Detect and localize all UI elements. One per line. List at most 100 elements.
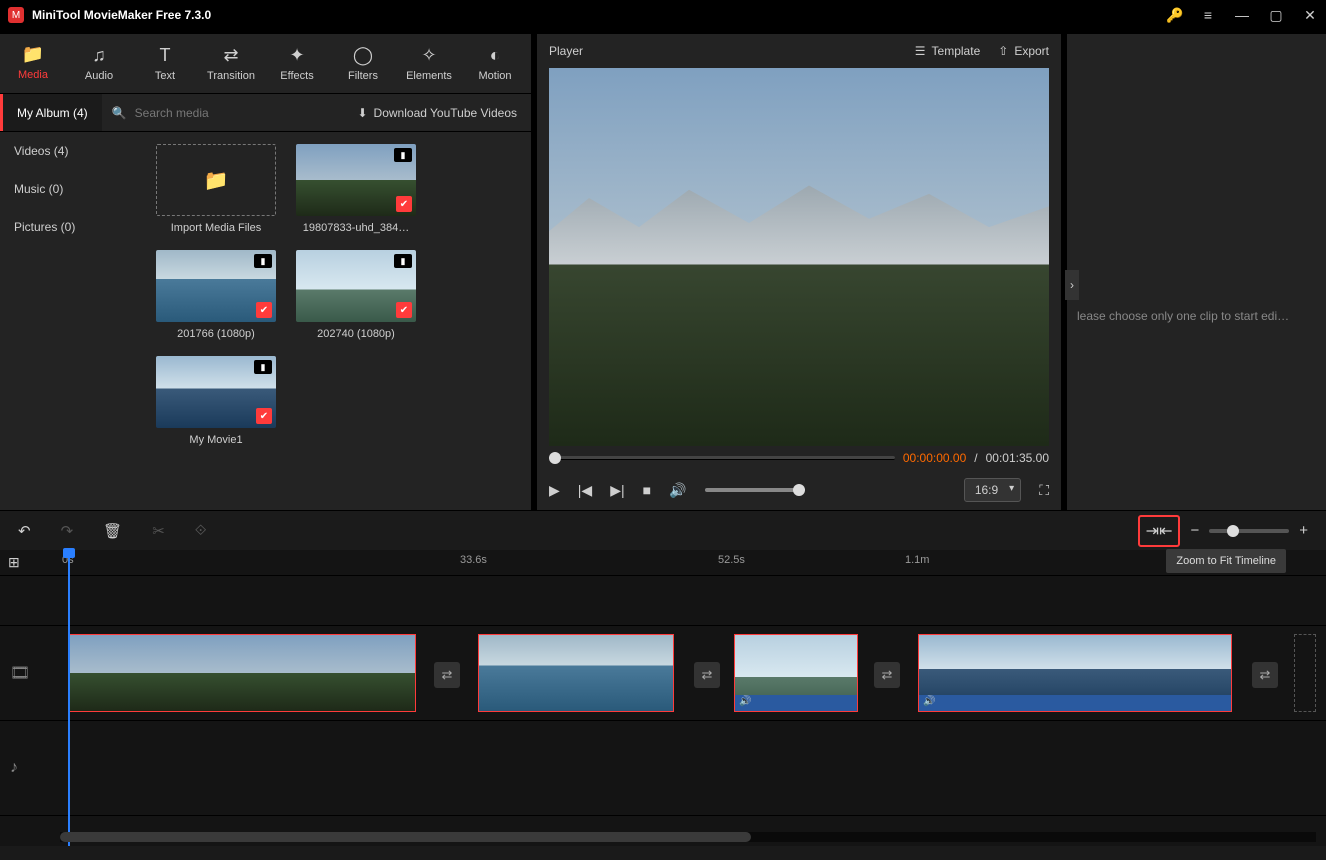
media-item[interactable]: ▮✔19807833-uhd_384… xyxy=(296,144,416,234)
search-icon: 🔍 xyxy=(112,106,127,120)
my-album-tab[interactable]: My Album (4) xyxy=(0,94,102,131)
search-placeholder: Search media xyxy=(135,106,209,120)
tooltip: Zoom to Fit Timeline xyxy=(1166,549,1286,573)
volume-icon[interactable]: 🔊 xyxy=(669,482,686,499)
tab-motion[interactable]: ◐Motion xyxy=(462,34,528,93)
add-track-button[interactable]: ⊞ xyxy=(8,554,20,571)
tab-media[interactable]: 📁Media xyxy=(0,34,66,93)
transition-slot[interactable]: ⇄ xyxy=(874,662,900,688)
export-button[interactable]: ⇧Export xyxy=(998,44,1049,58)
video-track[interactable]: 🎞 🔊🔊⇄⇄⇄⇄ xyxy=(0,626,1326,721)
video-badge-icon: ▮ xyxy=(254,254,272,268)
audio-track[interactable]: ♪ xyxy=(0,721,1326,816)
playhead[interactable] xyxy=(68,550,70,846)
app-title: MiniTool MovieMaker Free 7.3.0 xyxy=(32,8,211,22)
delete-button[interactable]: 🗑 xyxy=(103,522,122,540)
transition-icon: ⇄ xyxy=(223,45,238,66)
download-youtube-button[interactable]: ⬇ Download YouTube Videos xyxy=(343,106,531,120)
zoom-slider[interactable] xyxy=(1209,529,1289,533)
tab-effects[interactable]: ✦Effects xyxy=(264,34,330,93)
timeline-clip[interactable]: 🔊 xyxy=(734,634,858,712)
volume-slider[interactable] xyxy=(705,488,805,492)
zoom-in-button[interactable]: + xyxy=(1299,522,1308,539)
media-item[interactable]: ▮✔202740 (1080p) xyxy=(296,250,416,340)
check-icon: ✔ xyxy=(396,302,412,318)
undo-button[interactable]: ↶ xyxy=(18,522,31,540)
template-button[interactable]: ☰Template xyxy=(915,44,980,58)
media-label: Import Media Files xyxy=(156,222,276,234)
media-item[interactable]: ▮✔201766 (1080p) xyxy=(156,250,276,340)
check-icon: ✔ xyxy=(396,196,412,212)
scrub-bar[interactable] xyxy=(549,456,895,460)
preview-area[interactable] xyxy=(549,68,1049,446)
timeline-scrollbar[interactable] xyxy=(60,832,1316,842)
maximize-button[interactable]: ▢ xyxy=(1268,7,1284,24)
menu-icon[interactable]: ≡ xyxy=(1200,7,1216,23)
tab-text[interactable]: TText xyxy=(132,34,198,93)
timeline-clip[interactable] xyxy=(478,634,674,712)
tab-filters[interactable]: ◯Filters xyxy=(330,34,396,93)
tab-elements[interactable]: ✧Elements xyxy=(396,34,462,93)
clip-audio-icon: 🔊 xyxy=(739,696,751,707)
stop-button[interactable]: ■ xyxy=(643,482,651,498)
media-thumb[interactable]: ▮✔ xyxy=(156,250,276,322)
media-sidenav: Videos (4)Music (0)Pictures (0) xyxy=(0,132,148,510)
check-icon: ✔ xyxy=(256,408,272,424)
effects-icon: ✦ xyxy=(289,45,304,66)
time-total: 00:01:35.00 xyxy=(986,451,1049,465)
album-row: My Album (4) 🔍 Search media ⬇ Download Y… xyxy=(0,94,531,132)
minimize-button[interactable]: — xyxy=(1234,7,1250,23)
import-media-button[interactable]: 📁 xyxy=(156,144,276,216)
expand-button[interactable]: › xyxy=(1065,270,1079,300)
play-button[interactable]: ▶ xyxy=(549,482,560,499)
key-icon[interactable]: 🔑 xyxy=(1166,7,1182,24)
player-panel: Player ☰Template ⇧Export 00:00:00.00 / 0… xyxy=(537,34,1061,510)
fullscreen-button[interactable]: ⛶ xyxy=(1039,482,1049,499)
timeline-clip[interactable] xyxy=(68,634,416,712)
audio-track-icon: ♪ xyxy=(10,759,18,777)
redo-button[interactable]: ↷ xyxy=(61,522,74,540)
tab-audio[interactable]: ♫Audio xyxy=(66,34,132,93)
split-button[interactable]: ✂ xyxy=(152,522,165,540)
clip-end-handle[interactable] xyxy=(1294,634,1316,712)
media-panel: 📁Media♫AudioTText⇄Transition✦Effects◯Fil… xyxy=(0,34,531,510)
timeline-clip[interactable]: 🔊 xyxy=(918,634,1232,712)
transition-slot[interactable]: ⇄ xyxy=(434,662,460,688)
timeline-toolbar: ↶ ↷ 🗑 ✂ ⟐ ⇥⇤ − + Zoom to Fit Timeline xyxy=(0,510,1326,550)
next-frame-button[interactable]: ▶| xyxy=(610,482,624,499)
ruler-mark: 52.5s xyxy=(718,554,745,566)
motion-icon: ◐ xyxy=(490,45,501,66)
template-icon: ☰ xyxy=(915,44,926,58)
media-thumb[interactable]: ▮✔ xyxy=(296,144,416,216)
media-item[interactable]: ▮✔ My Movie1 xyxy=(156,356,276,446)
media-thumb[interactable]: ▮✔ xyxy=(156,356,276,428)
tab-transition[interactable]: ⇄Transition xyxy=(198,34,264,93)
search-input[interactable]: 🔍 Search media xyxy=(102,106,344,120)
elements-icon: ✧ xyxy=(421,45,436,66)
zoom-fit-button[interactable]: ⇥⇤ xyxy=(1138,515,1181,547)
sidenav-item[interactable]: Videos (4) xyxy=(0,132,148,170)
properties-message: lease choose only one clip to start edi… xyxy=(1077,309,1316,323)
transition-slot[interactable]: ⇄ xyxy=(694,662,720,688)
media-label: My Movie1 xyxy=(156,434,276,446)
ruler-mark: 33.6s xyxy=(460,554,487,566)
tool-tabs: 📁Media♫AudioTText⇄Transition✦Effects◯Fil… xyxy=(0,34,531,94)
text-track[interactable] xyxy=(0,576,1326,626)
app-logo: M xyxy=(8,7,24,23)
sidenav-item[interactable]: Music (0) xyxy=(0,170,148,208)
close-button[interactable]: ✕ xyxy=(1302,7,1318,24)
sidenav-item[interactable]: Pictures (0) xyxy=(0,208,148,246)
aspect-ratio-select[interactable]: 16:9 xyxy=(964,478,1021,502)
download-icon: ⬇ xyxy=(357,106,367,120)
export-icon: ⇧ xyxy=(998,44,1008,58)
time-sep: / xyxy=(974,451,977,465)
media-thumb[interactable]: ▮✔ xyxy=(296,250,416,322)
media-item[interactable]: 📁 Import Media Files xyxy=(156,144,276,234)
timeline: ⊞ 0s 33.6s 52.5s 1.1m 🎞 🔊🔊⇄⇄⇄⇄ ♪ xyxy=(0,550,1326,846)
prev-frame-button[interactable]: |◀ xyxy=(578,482,592,499)
crop-button[interactable]: ⟐ xyxy=(195,522,207,539)
timeline-ruler[interactable]: ⊞ 0s 33.6s 52.5s 1.1m xyxy=(0,550,1326,576)
text-icon: T xyxy=(160,45,171,66)
zoom-out-button[interactable]: − xyxy=(1190,522,1199,539)
transition-slot[interactable]: ⇄ xyxy=(1252,662,1278,688)
